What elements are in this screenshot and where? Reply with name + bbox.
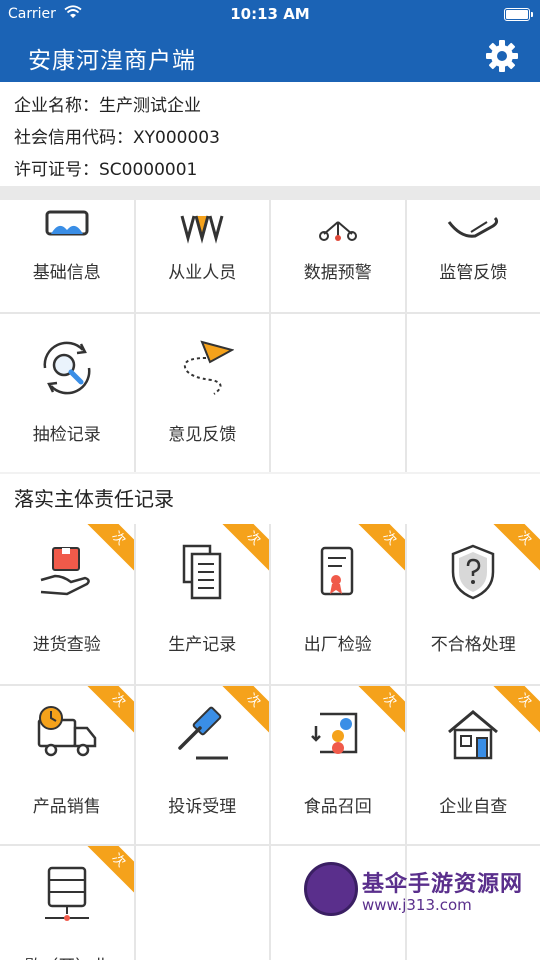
battery-icon	[504, 8, 533, 21]
menu-label: 监管反馈	[439, 263, 508, 283]
record-factory-inspection[interactable]: 次 出厂检验	[271, 524, 405, 684]
record-label: 产品销售	[32, 797, 101, 817]
company-name: 企业名称：生产测试企业	[14, 96, 201, 116]
empty-cell	[406, 314, 540, 472]
menu-basic-info[interactable]: 基础信息	[0, 200, 134, 312]
network-icon	[318, 221, 357, 241]
certificate-icon	[320, 546, 353, 596]
menu-staff[interactable]: 从业人员	[135, 200, 269, 312]
record-nonconforming[interactable]: 次 不合格处理	[406, 524, 540, 684]
gear-icon[interactable]	[484, 38, 520, 74]
record-product-sales[interactable]: 次 产品销售	[0, 686, 134, 844]
menu-label: 意见反馈	[168, 425, 237, 445]
shield-question-icon	[452, 544, 495, 600]
status-bar: Carrier 10:13 AM	[0, 0, 540, 30]
gavel-icon	[178, 706, 229, 760]
handshake-icon	[448, 216, 499, 238]
record-label: 食品召回	[303, 797, 372, 817]
record-label: 投诉受理	[168, 797, 237, 817]
menu-opinion-feedback[interactable]: 意见反馈	[135, 314, 269, 472]
record-label: 进货查验	[32, 635, 101, 655]
record-label: 企业自查	[439, 797, 508, 817]
document-list-icon	[183, 544, 222, 600]
server-icon	[44, 866, 89, 921]
watermark: 基伞手游资源网 www.j313.com	[300, 858, 536, 956]
credit-code: 社会信用代码：XY000003	[14, 128, 220, 148]
section-divider	[0, 186, 540, 200]
delivery-truck-icon	[37, 706, 96, 757]
menu-supervision-feedback[interactable]: 监管反馈	[406, 200, 540, 312]
menu-label: 基础信息	[32, 263, 101, 283]
record-purchase-check[interactable]: 次 进货查验	[0, 524, 134, 684]
watermark-logo	[304, 862, 358, 916]
building-icon	[45, 210, 89, 236]
record-self-inspection[interactable]: 次 企业自查	[406, 686, 540, 844]
record-label: 出厂检验	[303, 635, 372, 655]
company-info-panel: 企业名称：生产测试企业 社会信用代码：XY000003 许可证号：SC00000…	[0, 82, 540, 186]
recall-cycle-icon	[309, 712, 357, 754]
record-label: 不合格处理	[430, 635, 516, 655]
app-title: 安康河湟商户端	[28, 48, 196, 74]
house-icon	[448, 710, 499, 760]
nav-bar: 安康河湟商户端	[0, 30, 540, 82]
empty-cell	[271, 314, 405, 472]
record-label: 歇（开）业	[0, 952, 134, 960]
search-refresh-icon	[43, 341, 91, 395]
staff-icon	[180, 215, 224, 244]
menu-data-warning[interactable]: 数据预警	[271, 200, 405, 312]
hand-box-icon	[40, 547, 90, 596]
watermark-url: www.j313.com	[362, 896, 472, 914]
record-label: 生产记录	[168, 635, 237, 655]
empty-cell	[135, 846, 269, 960]
record-suspension[interactable]: 次 歇（开）业	[0, 846, 134, 960]
menu-inspection-records[interactable]: 抽检记录	[0, 314, 134, 472]
paper-plane-icon	[184, 340, 235, 395]
watermark-title: 基伞手游资源网	[362, 872, 524, 897]
record-production[interactable]: 次 生产记录	[135, 524, 269, 684]
section-title: 落实主体责任记录	[0, 474, 540, 524]
clock: 10:13 AM	[230, 5, 310, 23]
function-grid: 基础信息 从业人员 数据预警 监管反馈 抽检记录 意见反馈	[0, 200, 540, 472]
menu-label: 抽检记录	[32, 425, 101, 445]
record-food-recall[interactable]: 次 食品召回	[271, 686, 405, 844]
menu-label: 从业人员	[168, 263, 237, 283]
record-complaint[interactable]: 次 投诉受理	[135, 686, 269, 844]
license-number: 许可证号：SC0000001	[14, 160, 198, 180]
menu-label: 数据预警	[303, 263, 372, 283]
